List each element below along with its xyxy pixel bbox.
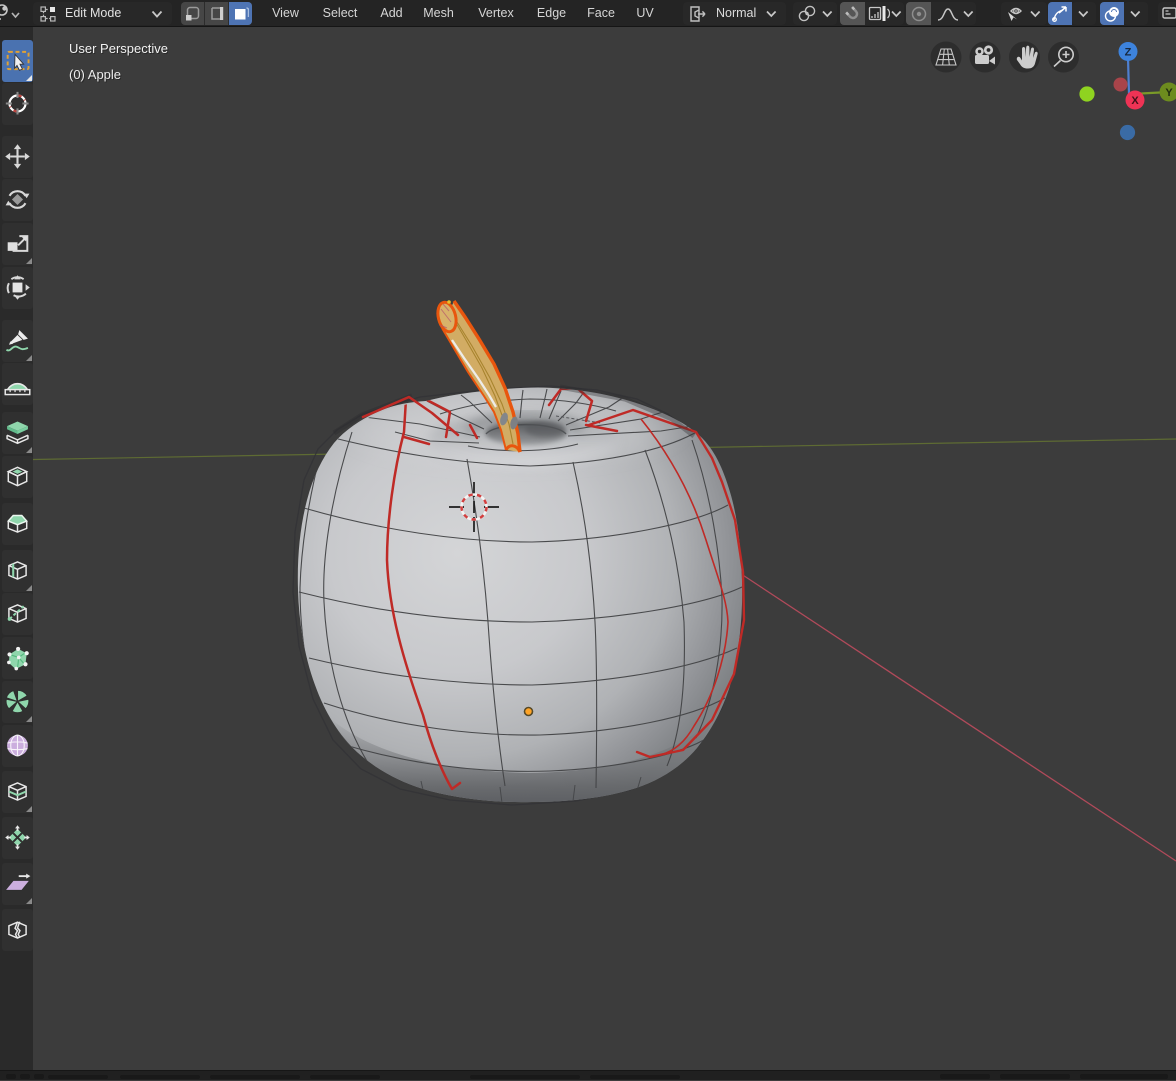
svg-text:User Perspective: User Perspective xyxy=(69,41,168,56)
svg-text:Z: Z xyxy=(1125,47,1132,59)
svg-text:X: X xyxy=(1131,95,1139,107)
svg-text:Y: Y xyxy=(1165,87,1173,99)
svg-text:(0) Apple: (0) Apple xyxy=(69,67,121,82)
